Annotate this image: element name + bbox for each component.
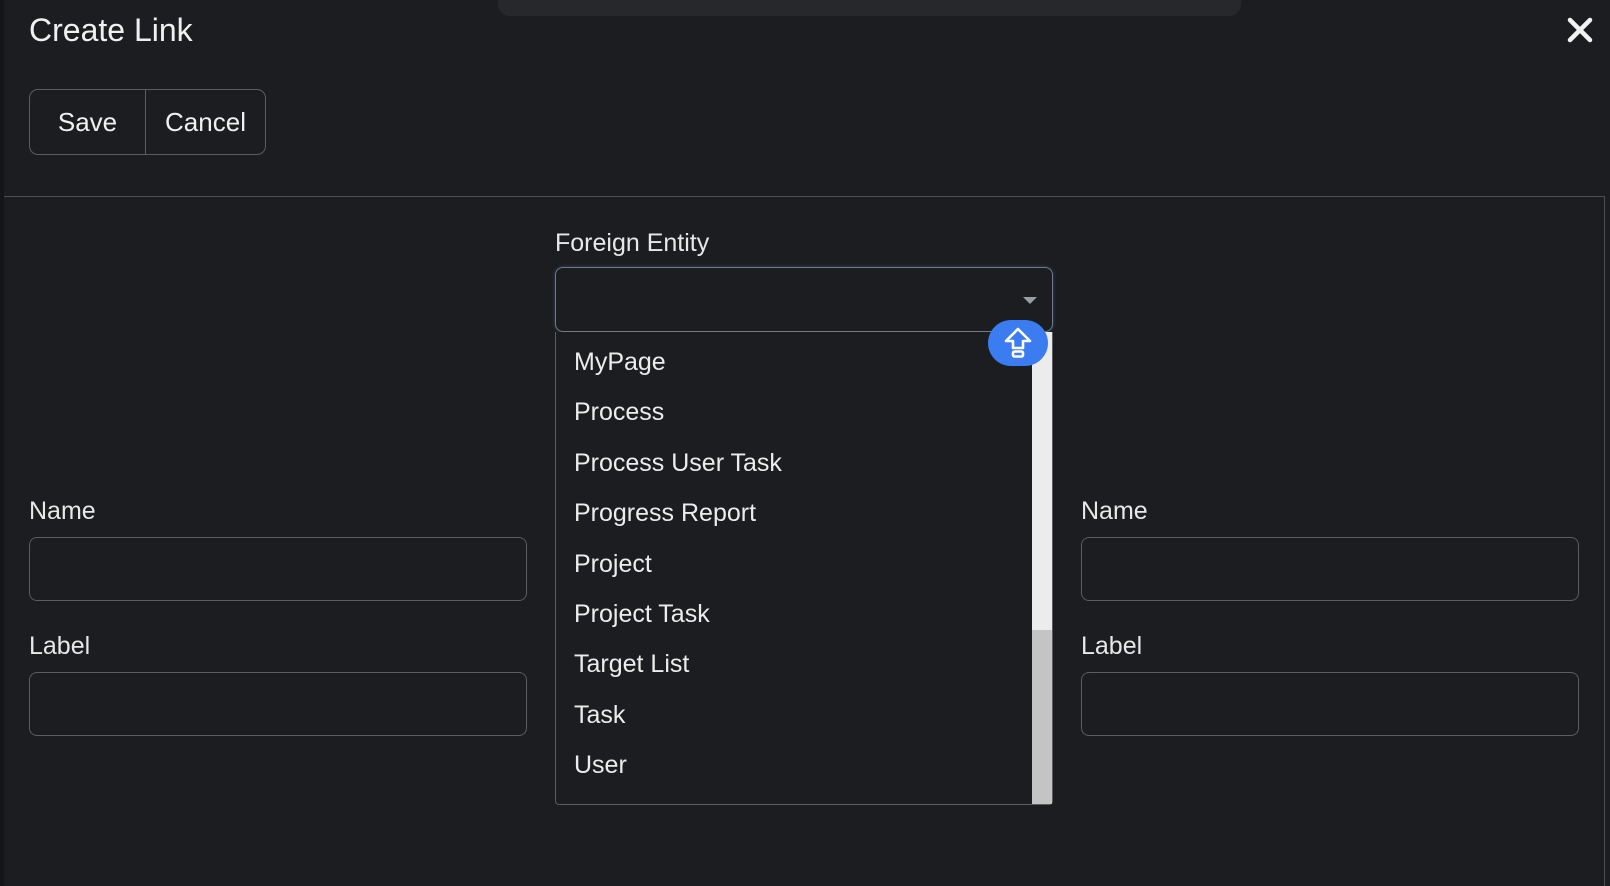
dropdown-option[interactable]: Project [574, 550, 652, 579]
right-label-input[interactable] [1081, 672, 1579, 736]
close-icon [1567, 17, 1593, 43]
right-name-label: Name [1081, 497, 1148, 525]
action-button-group: Save Cancel [29, 89, 266, 155]
foreign-entity-dropdown: MyPage Process Process User Task Progres… [555, 332, 1053, 805]
dropdown-option[interactable]: Task [574, 701, 625, 730]
cancel-button[interactable]: Cancel [145, 90, 265, 154]
top-bar [498, 0, 1241, 16]
dialog-title: Create Link [29, 12, 193, 48]
dropdown-option[interactable]: Progress Report [574, 499, 756, 528]
left-label-label: Label [29, 632, 91, 660]
scroll-to-top-button[interactable] [988, 320, 1048, 366]
dropdown-option[interactable]: Process [574, 398, 664, 427]
save-button[interactable]: Save [30, 90, 145, 154]
foreign-entity-label: Foreign Entity [555, 229, 710, 257]
header-divider [4, 196, 1605, 197]
left-name-input[interactable] [29, 537, 527, 601]
dropdown-option[interactable]: Project Task [574, 600, 710, 629]
dropdown-option[interactable]: User [574, 751, 627, 780]
left-label-input[interactable] [29, 672, 527, 736]
left-name-label: Name [29, 497, 96, 525]
dropdown-option[interactable]: Target List [574, 650, 689, 679]
close-button[interactable] [1562, 12, 1598, 48]
right-name-input[interactable] [1081, 537, 1579, 601]
dropdown-scrollbar-thumb[interactable] [1032, 630, 1052, 804]
dropdown-option[interactable]: MyPage [574, 348, 666, 377]
panel-right-edge [1604, 196, 1605, 886]
modal-edge [0, 0, 4, 886]
caret-down-icon [1023, 297, 1037, 304]
right-label-label: Label [1081, 632, 1143, 660]
dropdown-option[interactable]: Process User Task [574, 449, 782, 478]
foreign-entity-select[interactable] [555, 267, 1053, 332]
arrow-up-icon [1004, 327, 1032, 358]
